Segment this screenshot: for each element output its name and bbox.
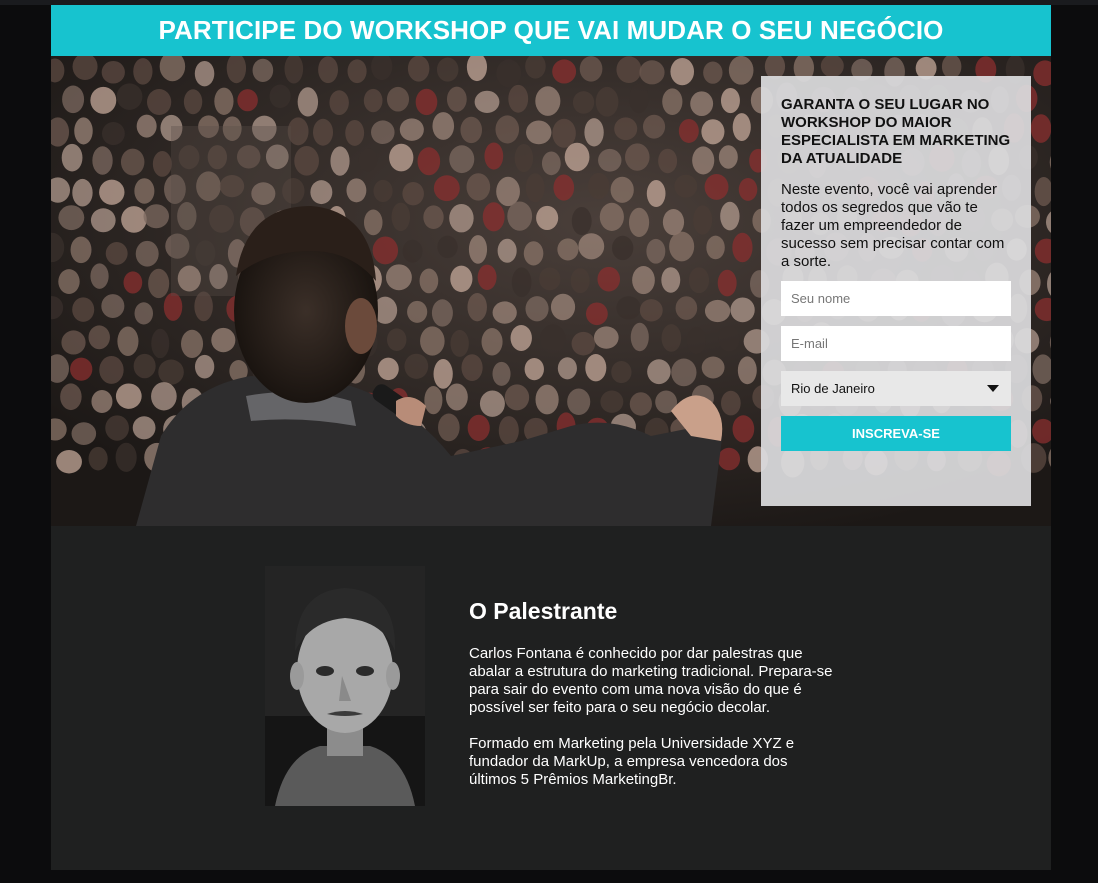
speaker-bio: O Palestrante Carlos Fontana é conhecido… [469, 598, 834, 807]
speaker-bio-paragraph-1: Carlos Fontana é conhecido por dar pales… [469, 645, 833, 716]
name-field[interactable] [781, 281, 1011, 316]
hero-section: GARANTA O SEU LUGAR NO WORKSHOP DO MAIOR… [51, 56, 1051, 526]
caret-down-icon [987, 385, 999, 392]
signup-form: GARANTA O SEU LUGAR NO WORKSHOP DO MAIOR… [761, 76, 1031, 506]
city-select[interactable]: Rio de Janeiro [781, 371, 1011, 406]
email-field[interactable] [781, 326, 1011, 361]
form-title: GARANTA O SEU LUGAR NO WORKSHOP DO MAIOR… [781, 96, 1011, 167]
city-select-value: Rio de Janeiro [791, 381, 875, 396]
landing-page: PARTICIPE DO WORKSHOP QUE VAI MUDAR O SE… [51, 5, 1051, 870]
speaker-bio-paragraph-2: Formado em Marketing pela Universidade X… [469, 735, 795, 788]
page-header: PARTICIPE DO WORKSHOP QUE VAI MUDAR O SE… [51, 5, 1051, 56]
speaker-section: O Palestrante Carlos Fontana é conhecido… [51, 526, 1051, 870]
header-title: PARTICIPE DO WORKSHOP QUE VAI MUDAR O SE… [158, 15, 944, 45]
subscribe-button[interactable]: INSCREVA-SE [781, 416, 1011, 451]
form-description: Neste evento, você vai aprender todos os… [781, 181, 1005, 270]
speaker-heading: O Palestrante [469, 598, 618, 624]
speaker-photo [265, 566, 425, 806]
